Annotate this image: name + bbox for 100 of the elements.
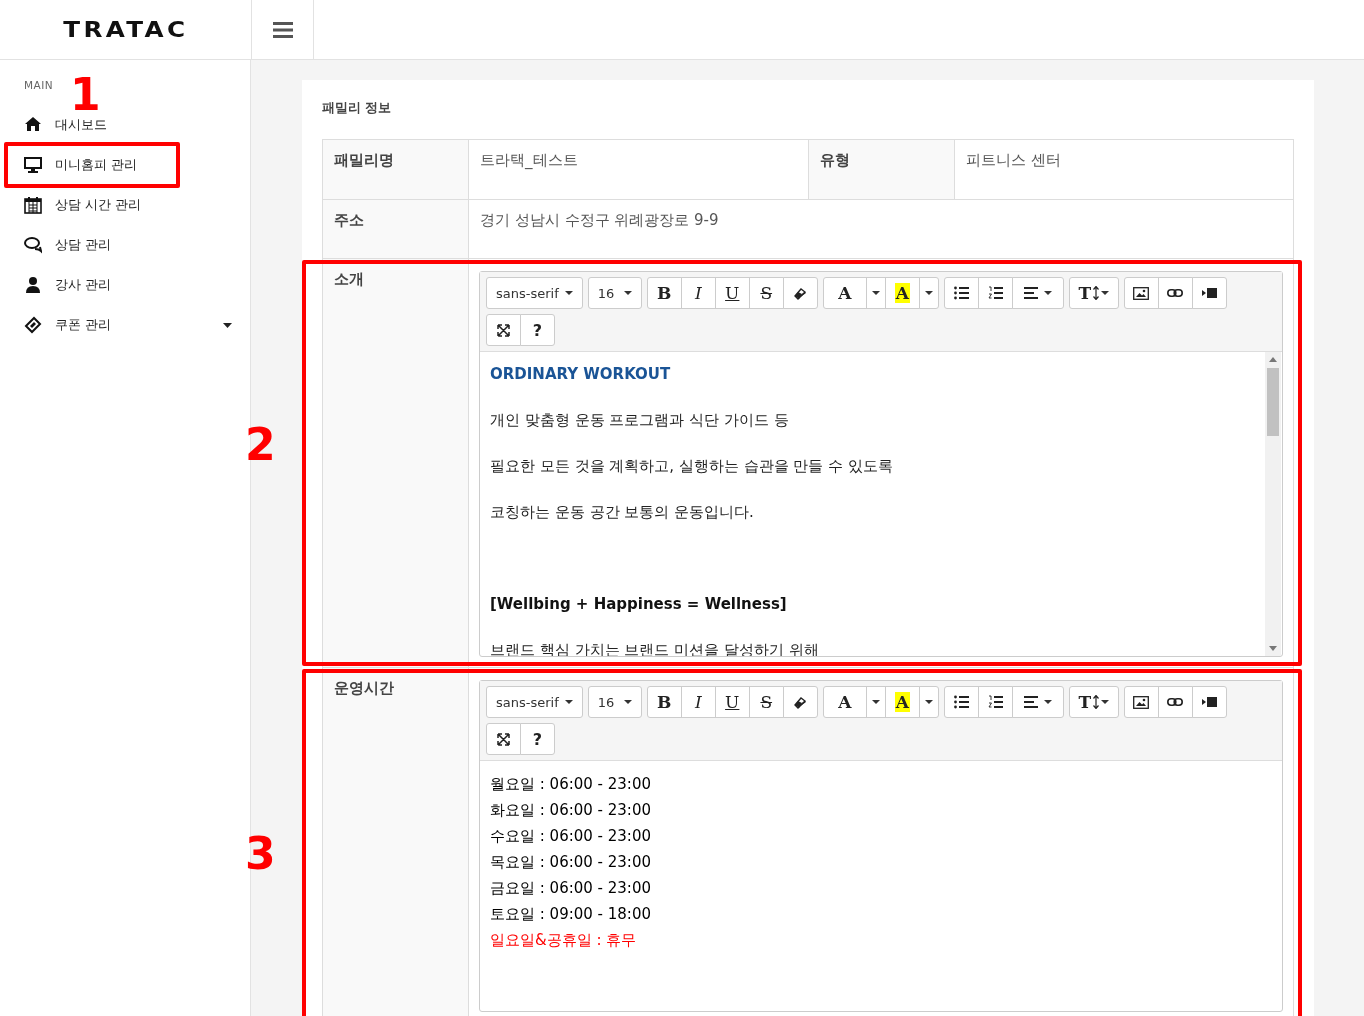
caret-icon — [871, 700, 880, 704]
font-size-dropdown[interactable]: 16 — [587, 686, 642, 718]
monitor-icon — [24, 156, 42, 174]
text-color-button[interactable]: A — [822, 686, 867, 718]
sidebar-item[interactable]: 강사 관리 — [0, 265, 250, 305]
field-label: 패밀리명 — [323, 140, 469, 200]
line-height-dropdown[interactable]: T — [1068, 686, 1119, 718]
content-paragraph: 필요한 모든 것을 계획하고, 실행하는 습관을 만들 수 있도록 — [490, 456, 894, 477]
align-icon — [1023, 696, 1038, 708]
hours-line: 금요일 : 06:00 - 23:00 — [490, 878, 652, 899]
fullscreen-button[interactable] — [486, 314, 521, 346]
annotation-number: 2 — [244, 419, 277, 472]
fullscreen-button[interactable] — [486, 723, 521, 755]
fullscreen-icon — [497, 732, 510, 746]
underline-button[interactable]: U — [714, 277, 750, 309]
picture-icon — [1133, 695, 1150, 709]
field-label: 운영시간 — [323, 668, 469, 1016]
hours-line: 화요일 : 06:00 - 23:00 — [490, 800, 652, 821]
link-button[interactable] — [1157, 277, 1193, 309]
image-button[interactable] — [1123, 277, 1159, 309]
ticket-icon — [24, 316, 42, 334]
section-title: 패밀리 정보 — [322, 100, 393, 115]
underline-button[interactable]: U — [714, 686, 750, 718]
align-dropdown[interactable] — [1011, 277, 1064, 309]
font-family-dropdown[interactable]: sans-serif — [486, 277, 583, 309]
dropdown-toggle[interactable] — [865, 686, 886, 718]
sidebar-label: 상담 관리 — [55, 236, 113, 254]
hours-line: 수요일 : 06:00 - 23:00 — [490, 826, 652, 847]
video-icon — [1201, 697, 1217, 707]
caret-icon — [623, 291, 632, 295]
caret-icon — [924, 291, 933, 295]
picture-icon — [1133, 286, 1150, 300]
numbered-list-icon — [987, 286, 1003, 300]
numbered-list-icon — [987, 695, 1003, 709]
field-value: 경기 성남시 수정구 위례광장로 9-9 — [469, 200, 1294, 259]
help-button[interactable]: ? — [520, 314, 555, 346]
arrows-icon — [1093, 286, 1100, 300]
bullet-list-button[interactable] — [943, 686, 979, 718]
align-icon — [1023, 287, 1038, 299]
font-size-dropdown[interactable]: 16 — [587, 277, 642, 309]
bold-button[interactable]: B — [646, 686, 682, 718]
field-label: 유형 — [809, 140, 955, 200]
field-label: 주소 — [323, 200, 469, 259]
caret-icon — [871, 291, 880, 295]
caret-icon — [564, 291, 573, 295]
editor-content[interactable]: 월요일 : 06:00 - 23:00 화요일 : 06:00 - 23:00 수요일 : 06:00 - 23:00 목요일 : 06:00 - 23:00 금요일 : 06:00 - 23:00 토요일 : 09:00 - 18:00 일요일&공휴일 : 휴무 — [480, 761, 1282, 1011]
sidebar-label: 쿠폰 관리 — [55, 316, 113, 334]
menu-icon — [272, 20, 293, 39]
link-icon — [1167, 698, 1184, 706]
hours-line: 토요일 : 09:00 - 18:00 — [490, 904, 652, 925]
bullet-list-icon — [953, 695, 969, 709]
highlight-button[interactable]: A — [884, 686, 920, 718]
content-paragraph: 코칭하는 운동 공간 보통의 운동입니다. — [490, 502, 755, 523]
help-button[interactable]: ? — [520, 723, 555, 755]
annotation-number: 1 — [70, 73, 101, 117]
font-family-dropdown[interactable]: sans-serif — [486, 686, 583, 718]
arrows-icon — [1093, 695, 1100, 709]
eraser-button[interactable] — [782, 686, 818, 718]
link-icon — [1167, 289, 1184, 297]
italic-button[interactable]: I — [680, 277, 716, 309]
caret-icon — [564, 700, 573, 704]
italic-button[interactable]: I — [680, 686, 716, 718]
user-icon — [24, 276, 42, 294]
highlight-button[interactable]: A — [884, 277, 920, 309]
chat-icon — [24, 236, 42, 254]
logo: TRATAC — [62, 17, 189, 42]
text-color-button[interactable]: A — [822, 277, 867, 309]
annotation-number: 3 — [244, 828, 277, 881]
scrollbar[interactable] — [1265, 352, 1281, 656]
caret-icon — [623, 700, 632, 704]
bullet-list-button[interactable] — [943, 277, 979, 309]
eraser-icon — [794, 695, 807, 709]
strikethrough-button[interactable]: S — [748, 686, 784, 718]
content-paragraph: [Wellbing + Happiness = Wellness] — [490, 594, 788, 615]
fullscreen-icon — [497, 323, 510, 337]
section-label: MAIN — [23, 79, 55, 91]
home-icon — [24, 116, 42, 134]
video-button[interactable] — [1191, 686, 1227, 718]
dropdown-toggle[interactable] — [918, 686, 939, 718]
field-label: 소개 — [323, 259, 469, 668]
strikethrough-button[interactable]: S — [748, 277, 784, 309]
dropdown-toggle[interactable] — [865, 277, 886, 309]
bold-button[interactable]: B — [646, 277, 682, 309]
align-dropdown[interactable] — [1011, 686, 1064, 718]
caret-icon — [1043, 700, 1052, 704]
caret-icon — [1101, 291, 1110, 295]
eraser-button[interactable] — [782, 277, 818, 309]
sidebar-item[interactable]: 상담 시간 관리 — [0, 185, 250, 225]
sidebar-item[interactable]: 상담 관리 — [0, 225, 250, 265]
image-button[interactable] — [1123, 686, 1159, 718]
numbered-list-button[interactable] — [977, 686, 1013, 718]
link-button[interactable] — [1157, 686, 1193, 718]
dropdown-toggle[interactable] — [918, 277, 939, 309]
line-height-dropdown[interactable]: T — [1068, 277, 1119, 309]
sidebar-label: 강사 관리 — [55, 276, 113, 294]
hours-line: 목요일 : 06:00 - 23:00 — [490, 852, 652, 873]
sidebar-item[interactable]: 쿠폰 관리 — [0, 305, 250, 345]
caret-icon — [1043, 291, 1052, 295]
numbered-list-button[interactable] — [977, 277, 1013, 309]
video-button[interactable] — [1191, 277, 1227, 309]
